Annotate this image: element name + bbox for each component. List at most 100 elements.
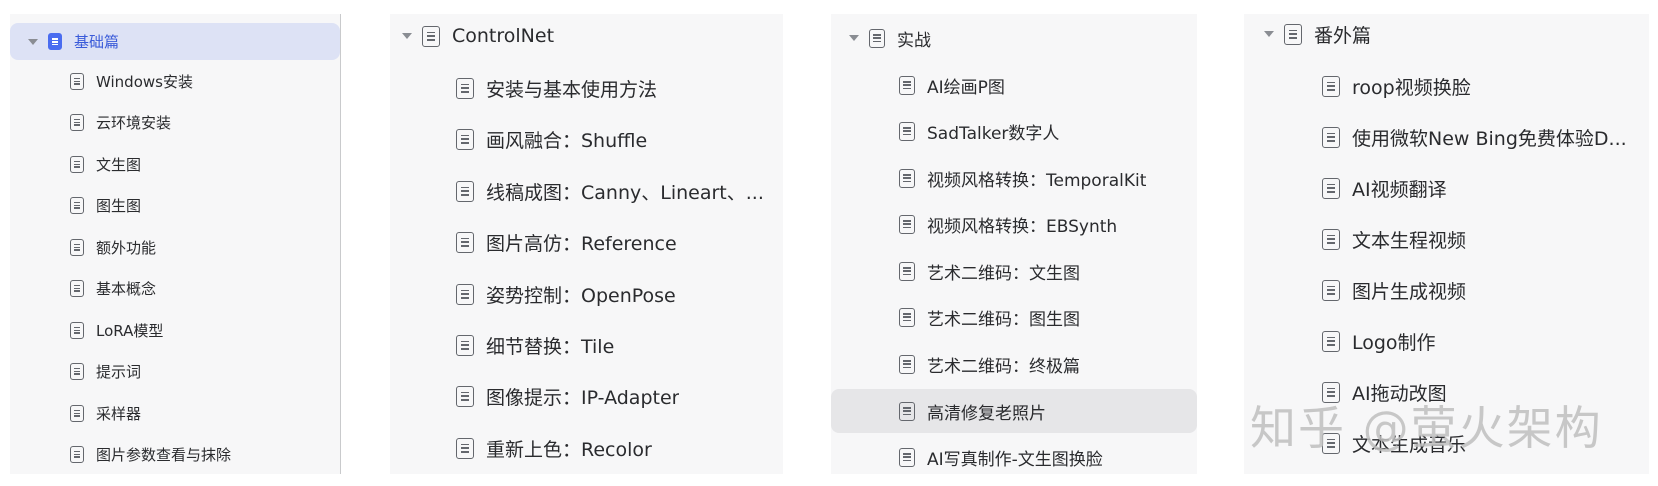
tree-item-label: Windows安装	[96, 72, 193, 91]
tree-panel-practice: 实战 AI绘画P图 SadTalker数字人 视频风格转换：TemporalKi…	[831, 14, 1197, 474]
tree-item-label: 细节替换：Tile	[486, 335, 615, 358]
document-icon	[70, 238, 84, 256]
tree-item-label: Logo制作	[1352, 331, 1436, 354]
tree-item[interactable]: AI绘画P图	[831, 68, 1197, 102]
tree-item[interactable]: 细节替换：Tile	[390, 327, 783, 363]
tree-item[interactable]: 图片参数查看与抹除	[10, 438, 340, 470]
tree-item[interactable]: 视频风格转换：EBSynth	[831, 207, 1197, 241]
tree-item-label: 文本生程视频	[1352, 229, 1467, 252]
tree-item-label: 艺术二维码：图生图	[927, 309, 1080, 330]
document-icon	[1322, 381, 1340, 403]
tree-item-label: 视频风格转换：TemporalKit	[927, 170, 1147, 191]
tree-item[interactable]: AI视频翻译	[1244, 170, 1649, 206]
document-icon	[456, 128, 474, 150]
tree-item[interactable]: 图生图	[10, 189, 340, 221]
tree-item[interactable]: 安装与基本使用方法	[390, 70, 783, 106]
document-icon	[1284, 23, 1302, 45]
tree-item[interactable]: 采样器	[10, 397, 340, 429]
tree-item-label: 图片参数查看与抹除	[96, 445, 232, 464]
tree-folder-label: 实战	[897, 30, 931, 51]
document-icon	[422, 25, 440, 47]
tree-item[interactable]: 云环境安装	[10, 106, 340, 138]
tree-panel-controlnet: ControlNet 安装与基本使用方法 画风融合：Shuffle 线稿成图：C…	[390, 14, 783, 474]
document-icon	[456, 231, 474, 253]
tree-item[interactable]: 文本生程视频	[1244, 221, 1649, 257]
document-icon	[456, 77, 474, 99]
tree-item[interactable]: 艺术二维码：终极篇	[831, 347, 1197, 381]
document-icon	[1322, 126, 1340, 148]
tree-item-label: roop视频换脸	[1352, 76, 1471, 99]
tree-item[interactable]: 线稿成图：Canny、Lineart、...	[390, 173, 783, 209]
tree-item-label: 文生图	[96, 155, 142, 174]
tree-item[interactable]: LoRA模型	[10, 314, 340, 346]
tree-item-label: 文本生成音乐	[1352, 433, 1467, 456]
tree-item[interactable]: 画风融合：Shuffle	[390, 121, 783, 157]
tree-item[interactable]: AI写真制作-文生图换脸	[831, 440, 1197, 474]
tree-folder-controlnet[interactable]: ControlNet	[390, 18, 783, 54]
tree-folder-extras[interactable]: 番外篇	[1244, 16, 1649, 52]
tree-item-label: AI拖动改图	[1352, 382, 1447, 405]
document-icon	[1322, 330, 1340, 352]
tree-item[interactable]: 使用微软New Bing免费体验D...	[1244, 119, 1649, 155]
document-icon	[70, 72, 84, 90]
tree-item-label: 额外功能	[96, 238, 157, 257]
tree-item[interactable]: 文生图	[10, 148, 340, 180]
tree-item[interactable]: 图像提示：IP-Adapter	[390, 378, 783, 414]
tree-item[interactable]: 文本生成音乐	[1244, 425, 1649, 461]
document-icon	[1322, 279, 1340, 301]
document-icon	[456, 180, 474, 202]
tree-item-label: 视频风格转换：EBSynth	[927, 216, 1118, 237]
document-icon	[899, 401, 915, 421]
tree-item-label: 高清修复老照片	[927, 403, 1046, 424]
tree-folder-practice[interactable]: 实战	[831, 21, 1197, 55]
caret-down-icon[interactable]	[402, 33, 412, 39]
document-icon	[456, 283, 474, 305]
tree-item[interactable]: 基本概念	[10, 272, 340, 304]
tree-item-label: 提示词	[96, 362, 142, 381]
tree-item[interactable]: 图片高仿：Reference	[390, 224, 783, 260]
tree-item-label: LoRA模型	[96, 321, 164, 340]
tree-item[interactable]: 艺术二维码：图生图	[831, 300, 1197, 334]
tree-item-label: 线稿成图：Canny、Lineart、...	[486, 181, 764, 204]
tree-item[interactable]: 姿势控制：OpenPose	[390, 276, 783, 312]
tree-item[interactable]: 重新上色：Recolor	[390, 430, 783, 466]
tree-item-label: 图片生成视频	[1352, 280, 1467, 303]
document-icon	[1322, 75, 1340, 97]
stage: 基础篇 Windows安装 云环境安装 文生图 图生图 额外功能 基本概念 Lo…	[0, 0, 1658, 486]
tree-item[interactable]: 图片生成视频	[1244, 272, 1649, 308]
caret-down-icon[interactable]	[28, 38, 38, 45]
tree-item-label: 基本概念	[96, 279, 157, 298]
tree-item-label: 重新上色：Recolor	[486, 438, 652, 461]
tree-item[interactable]: 提示词	[10, 355, 340, 387]
tree-item[interactable]: 视频风格转换：TemporalKit	[831, 161, 1197, 195]
document-icon	[1322, 228, 1340, 250]
tree-item-label: AI绘画P图	[927, 77, 1005, 98]
document-icon	[70, 155, 84, 173]
tree-panel-extras: 番外篇 roop视频换脸 使用微软New Bing免费体验D... AI视频翻译…	[1244, 14, 1649, 474]
caret-down-icon[interactable]	[1264, 31, 1274, 37]
tree-item[interactable]: 额外功能	[10, 231, 340, 263]
tree-item-label: 图片高仿：Reference	[486, 232, 677, 255]
document-icon	[456, 385, 474, 407]
tree-item[interactable]: AI拖动改图	[1244, 374, 1649, 410]
tree-item-label: AI写真制作-文生图换脸	[927, 449, 1103, 470]
caret-down-icon[interactable]	[849, 35, 859, 41]
tree-folder-label: ControlNet	[452, 25, 555, 47]
tree-panel-basics: 基础篇 Windows安装 云环境安装 文生图 图生图 额外功能 基本概念 Lo…	[10, 14, 340, 474]
tree-item-label: 艺术二维码：终极篇	[927, 356, 1080, 377]
tree-item[interactable]: Logo制作	[1244, 323, 1649, 359]
tree-item[interactable]: SadTalker数字人	[831, 114, 1197, 148]
tree-item-hovered[interactable]: 高清修复老照片	[831, 389, 1197, 433]
document-icon	[70, 321, 84, 339]
document-icon	[899, 354, 915, 374]
tree-item[interactable]: Windows安装	[10, 65, 340, 97]
document-icon	[70, 113, 84, 131]
tree-folder-basics[interactable]: 基础篇	[10, 23, 340, 60]
document-icon	[70, 404, 84, 422]
tree-item[interactable]: 艺术二维码：文生图	[831, 254, 1197, 288]
document-icon	[899, 75, 915, 95]
tree-item-label: 图像提示：IP-Adapter	[486, 386, 680, 409]
document-icon	[70, 196, 84, 214]
document-icon	[456, 334, 474, 356]
tree-item[interactable]: roop视频换脸	[1244, 68, 1649, 104]
